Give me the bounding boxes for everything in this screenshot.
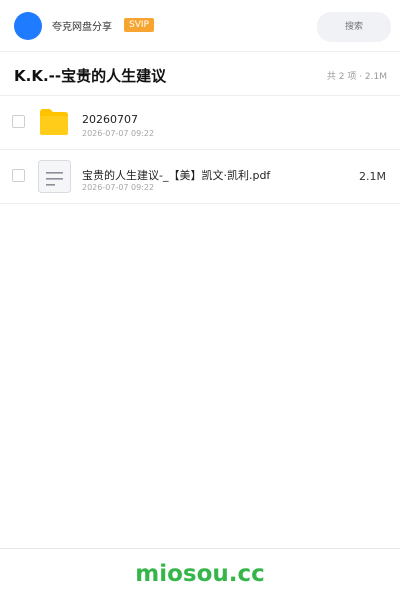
user-name[interactable]: 夸克网盘分享 bbox=[52, 18, 112, 33]
watermark-text: miosou.cc bbox=[135, 561, 265, 587]
page-title: K.K.--宝贵的人生建议 bbox=[14, 67, 167, 85]
folder-icon bbox=[40, 109, 68, 135]
svip-badge: SVIP bbox=[124, 18, 154, 32]
list-item[interactable]: 20260707 2026-07-07 09:22 bbox=[0, 96, 400, 150]
document-icon bbox=[38, 160, 71, 193]
select-checkbox[interactable] bbox=[12, 169, 25, 182]
list-item[interactable]: 宝贵的人生建议-_【美】凯文·凯利.pdf 2026-07-07 09:22 2… bbox=[0, 150, 400, 204]
item-summary: 共 2 项 · 2.1M bbox=[326, 72, 387, 82]
title-row: K.K.--宝贵的人生建议 共 2 项 · 2.1M bbox=[0, 53, 400, 96]
file-date: 2026-07-07 09:22 bbox=[82, 183, 155, 192]
avatar[interactable] bbox=[14, 12, 42, 40]
file-date: 2026-07-07 09:22 bbox=[82, 129, 155, 138]
file-name[interactable]: 宝贵的人生建议-_【美】凯文·凯利.pdf bbox=[82, 167, 270, 183]
file-size: 2.1M bbox=[359, 170, 386, 183]
search-input[interactable] bbox=[317, 12, 391, 42]
select-checkbox[interactable] bbox=[12, 115, 25, 128]
footer: miosou.cc bbox=[0, 548, 400, 600]
file-name[interactable]: 20260707 bbox=[82, 113, 138, 126]
page: 夸克网盘分享 SVIP K.K.--宝贵的人生建议 共 2 项 · 2.1M 2… bbox=[0, 0, 400, 600]
top-bar: 夸克网盘分享 SVIP bbox=[0, 0, 400, 52]
